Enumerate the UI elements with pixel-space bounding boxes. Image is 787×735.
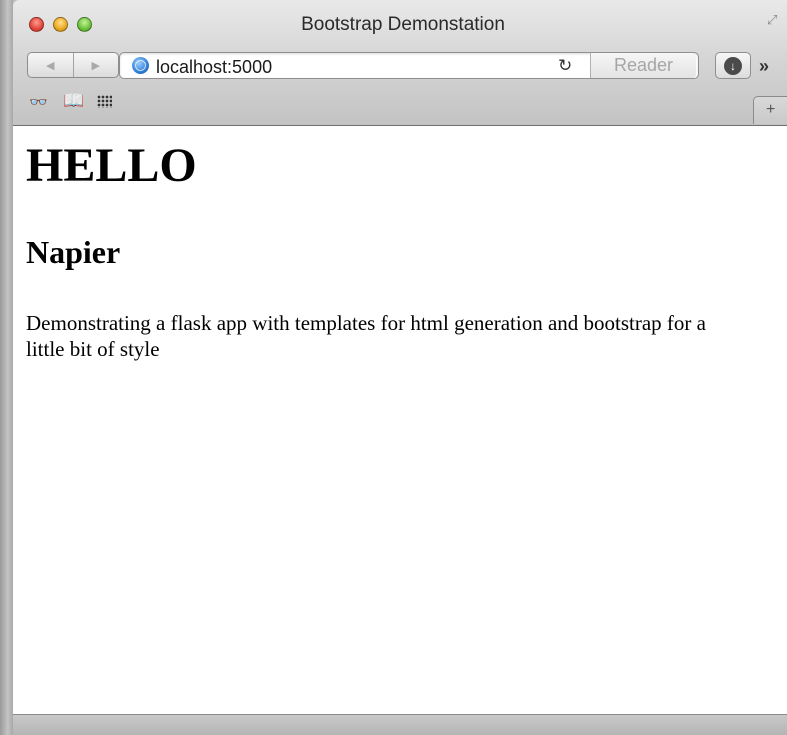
more-chevron-icon[interactable]: » — [759, 56, 769, 77]
minimize-window-button[interactable] — [53, 17, 68, 32]
fullscreen-icon[interactable]: ⤢ — [767, 12, 783, 28]
browser-chrome: Bootstrap Demonstation ⤢ ◀ ▶ localhost:5… — [13, 0, 787, 126]
bookmarks-bar: 👓 📖 + — [13, 86, 787, 124]
new-tab-button[interactable]: + — [753, 96, 787, 124]
reload-icon[interactable]: ↻ — [558, 56, 572, 76]
back-button[interactable]: ◀ — [28, 53, 73, 77]
forward-arrow-icon: ▶ — [91, 59, 100, 72]
globe-icon — [132, 57, 149, 74]
zoom-window-button[interactable] — [77, 17, 92, 32]
address-bar[interactable]: localhost:5000 ↻ Reader — [119, 52, 699, 79]
url-text[interactable]: localhost:5000 — [156, 57, 272, 78]
downloads-button[interactable]: ↓ — [715, 52, 751, 79]
download-icon: ↓ — [724, 57, 742, 75]
top-sites-grid-icon[interactable] — [97, 95, 112, 108]
web-page-content: HELLO Napier Demonstrating a flask app w… — [13, 126, 787, 714]
back-arrow-icon: ◀ — [46, 59, 55, 72]
close-window-button[interactable] — [29, 17, 44, 32]
toolbar: ◀ ▶ localhost:5000 ↻ Reader ↓ » — [13, 44, 787, 84]
window-frame-left — [0, 0, 13, 735]
title-bar: Bootstrap Demonstation ⤢ — [13, 0, 787, 42]
bookmarks-book-icon[interactable]: 📖 — [63, 91, 84, 111]
reader-button[interactable]: Reader — [590, 53, 696, 78]
page-heading: HELLO — [26, 139, 197, 192]
browser-window: Bootstrap Demonstation ⤢ ◀ ▶ localhost:5… — [0, 0, 787, 735]
reading-list-icon[interactable]: 👓 — [29, 93, 48, 111]
navigation-buttons: ◀ ▶ — [27, 52, 119, 78]
forward-button[interactable]: ▶ — [72, 53, 119, 77]
window-title: Bootstrap Demonstation — [301, 14, 505, 35]
page-paragraph: Demonstrating a flask app with templates… — [26, 311, 706, 361]
status-bar — [13, 714, 787, 735]
page-subheading: Napier — [26, 234, 121, 270]
